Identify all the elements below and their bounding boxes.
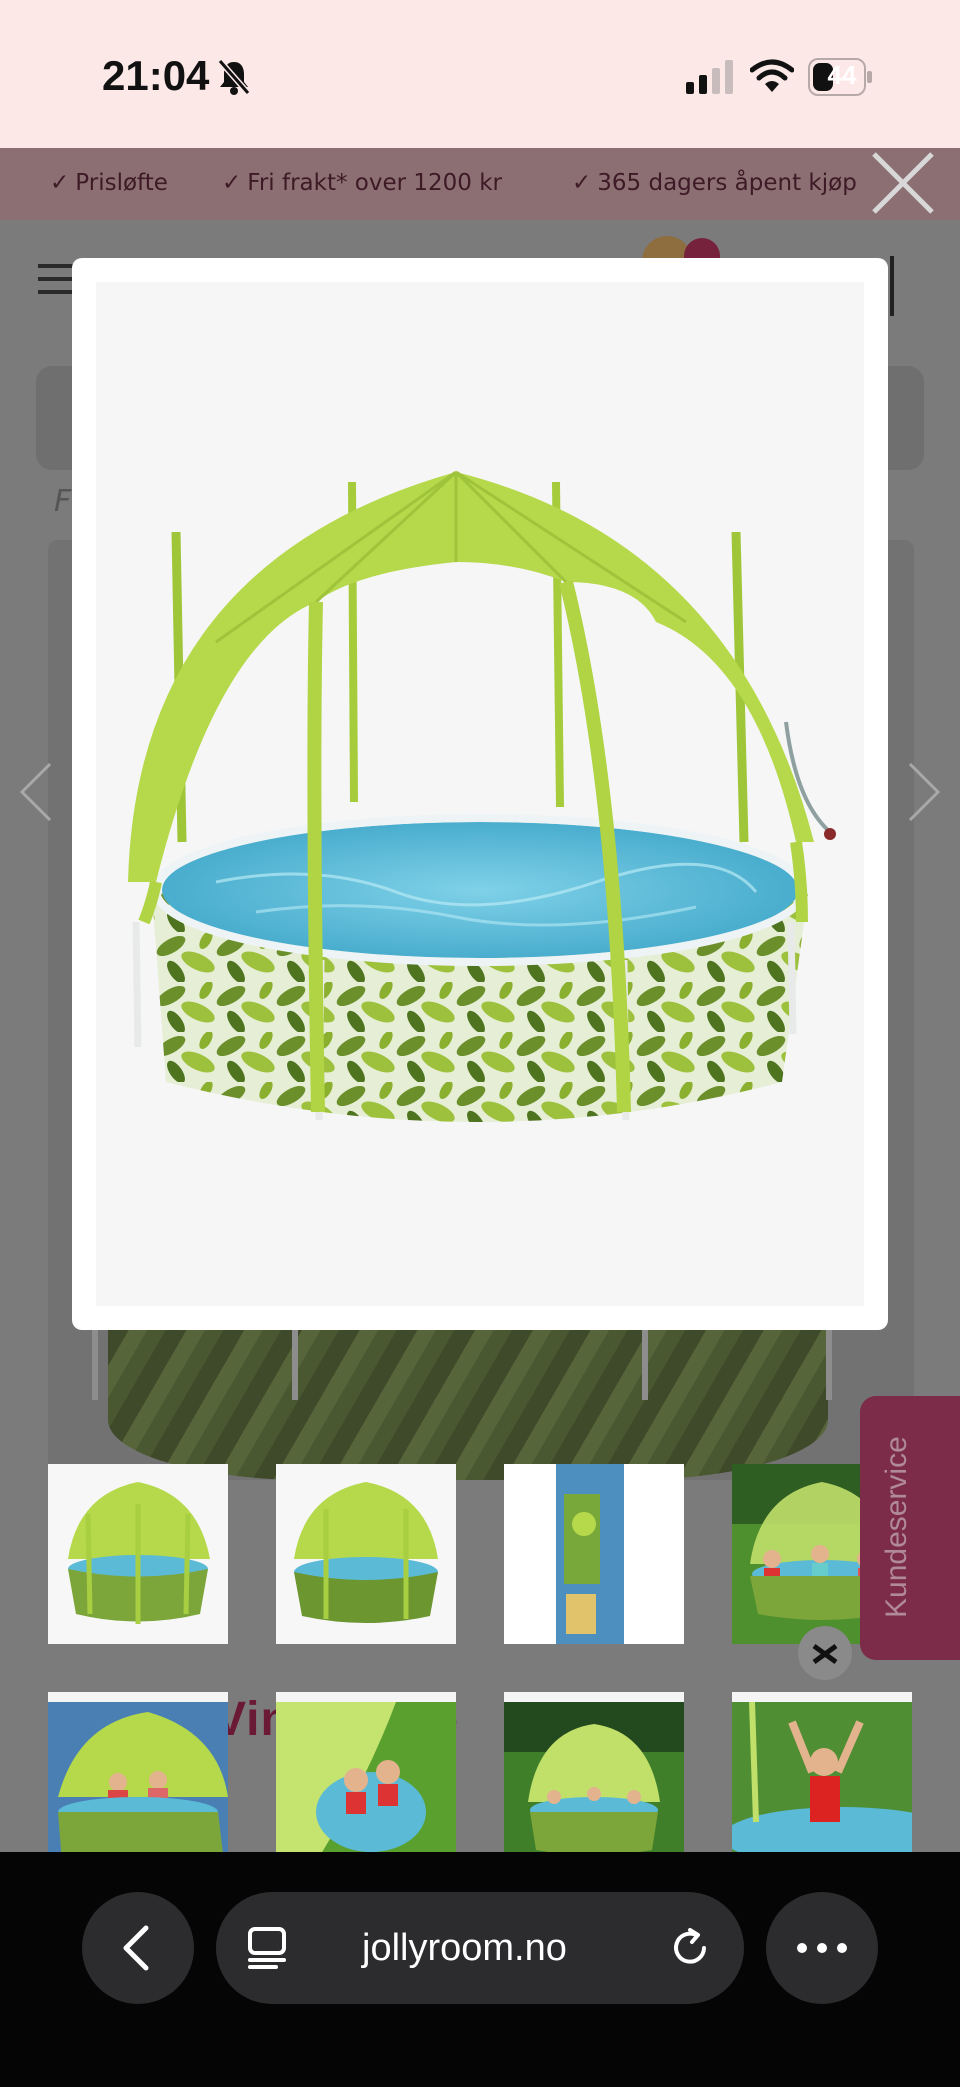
check-icon: ✓ [222,170,242,196]
check-icon: ✓ [50,170,70,196]
pool-illustration [128,470,836,1122]
thumb-package [504,1464,684,1644]
hamburger-icon [38,264,76,294]
status-time: 21:04 [102,52,210,99]
thumb-kids-closeup [276,1702,456,1852]
signal-icon [686,60,733,94]
close-icon[interactable] [868,148,938,218]
thumbnail-8[interactable] [732,1692,912,1852]
promo-item-open-purchase: ✓ 365 dagers åpent kjøp [572,170,857,196]
more-icon [797,1943,847,1953]
product-image-large[interactable] [96,282,864,1306]
thumbnail-3[interactable] [504,1464,684,1644]
thumb-kids-arms [48,1702,228,1852]
breadcrumb: F [54,484,72,519]
pool-leg [826,1330,832,1400]
thumbnail-1[interactable] [48,1464,228,1644]
banner-close-button[interactable] [798,1626,852,1680]
thumb-girl-red [732,1701,912,1852]
back-button[interactable] [82,1892,194,2004]
close-icon [812,1643,838,1665]
check-icon: ✓ [572,170,592,196]
chevron-left-icon [123,1925,149,1971]
chevron-left-icon[interactable] [16,760,56,824]
customer-service-label: Kundeservice [880,1436,913,1618]
thumbnail-6[interactable] [276,1692,456,1852]
pool-leg [92,1330,98,1400]
thumbnail-5[interactable] [48,1692,228,1852]
battery-percent: 44 [827,60,857,90]
thumb-lawn-kids [504,1702,684,1852]
thumbnail-2[interactable] [276,1464,456,1644]
bell-slash-icon [217,59,251,95]
pool-leg [642,1330,648,1400]
pool-image-fragment [108,1330,828,1480]
tabs-icon [248,1927,286,1969]
promo-bar: ✓ Prisløfte ✓ Fri frakt* over 1200 kr ✓ 365… [0,148,960,220]
wifi-icon [750,59,794,92]
thumb-pool-front [48,1464,228,1644]
thumb-pool-side [276,1464,456,1644]
chevron-right-icon[interactable] [904,760,944,824]
promo-item-price-promise: ✓ Prisløfte [50,170,168,196]
pool-leg [292,1330,298,1400]
more-button[interactable] [766,1892,878,2004]
url-text[interactable]: jollyroom.no [362,1927,567,1970]
thumbnail-7[interactable] [504,1692,684,1852]
reload-icon[interactable] [668,1926,712,1970]
promo-item-free-shipping: ✓ Fri frakt* over 1200 kr [222,170,503,196]
